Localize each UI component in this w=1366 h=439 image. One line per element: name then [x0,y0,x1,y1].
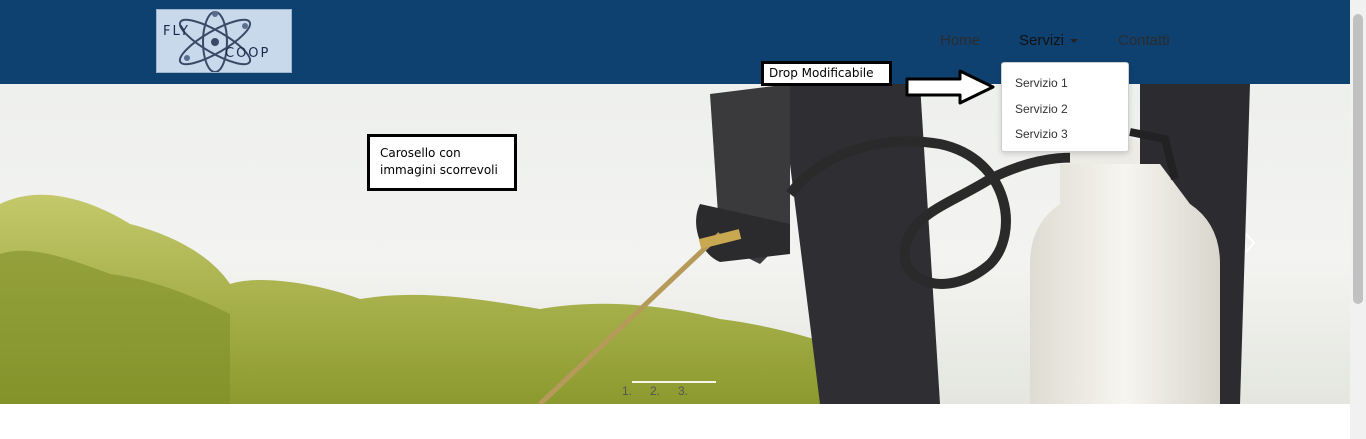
dropdown-item-servizio-3[interactable]: Servizio 3 [1015,127,1068,141]
annotation-carosello-line1: Carosello con [380,146,461,160]
caret-down-icon [1070,39,1079,44]
carousel-slide-image [0,84,1250,404]
carousel-indicators: 1. 2. 3. [620,381,730,398]
carousel-next-icon[interactable] [1244,232,1256,254]
page: FLY COOP Home Servizi Contatti 1. 2. 3. … [0,0,1366,439]
carousel[interactable] [0,84,1350,404]
dropdown-item-servizio-1[interactable]: Servizio 1 [1015,76,1068,90]
arrow-right-icon [905,69,995,105]
nav-home[interactable]: Home [940,32,980,49]
annotation-drop-modificabile: Drop Modificabile [761,61,892,86]
carousel-indicator-3[interactable]: 3. [678,384,688,398]
dropdown-item-servizio-2[interactable]: Servizio 2 [1015,102,1068,116]
navbar: FLY COOP Home Servizi Contatti [0,0,1350,84]
nav-servizi-label: Servizi [1019,32,1065,49]
carousel-indicator-1[interactable]: 1. [622,384,632,398]
carousel-indicator-2[interactable]: 2. [650,384,660,398]
nav-servizi[interactable]: Servizi [1019,32,1079,49]
logo[interactable]: FLY COOP [156,9,292,73]
page-scrollbar[interactable] [1350,0,1366,439]
carousel-indicator-bar [632,381,716,383]
scrollbar-thumb[interactable] [1353,14,1363,304]
logo-text-coop: COOP [225,46,271,61]
atom-logo-icon [178,11,252,72]
annotation-carosello-line2: immagini scorrevoli [380,163,498,177]
nav-contatti[interactable]: Contatti [1118,32,1170,49]
annotation-carosello: Carosello con immagini scorrevoli [367,134,517,191]
servizi-dropdown-menu: Servizio 1 Servizio 2 Servizio 3 [1001,62,1129,152]
logo-text-fly: FLY [163,24,190,39]
